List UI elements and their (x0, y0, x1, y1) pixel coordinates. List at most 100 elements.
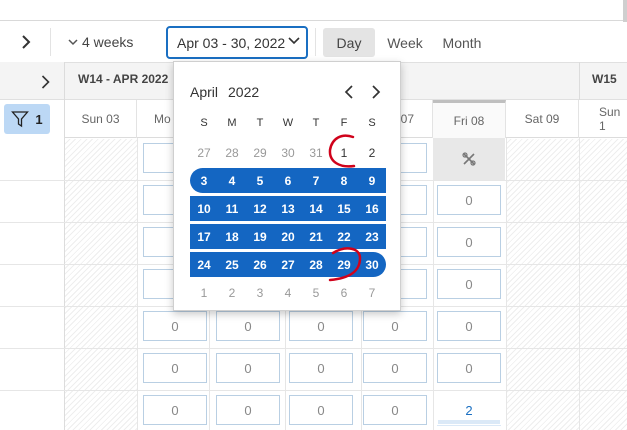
week-label-w15: W15 (592, 72, 617, 86)
toolbar-divider (50, 28, 51, 56)
hours-cell[interactable]: 0 (437, 185, 501, 215)
week-separator (579, 62, 580, 100)
weekend-column-sun10 (579, 139, 627, 430)
calendar-day[interactable]: 26 (246, 253, 274, 277)
filter-count: 1 (35, 111, 43, 127)
calendar-day[interactable]: 22 (330, 225, 358, 249)
calendar-day[interactable]: 15 (330, 197, 358, 221)
hours-cell[interactable]: 0 (143, 353, 207, 383)
date-range-field[interactable]: Apr 03 - 30, 2022 (166, 26, 308, 59)
weekday-header: M (227, 117, 237, 129)
calendar-day[interactable]: 27 (190, 141, 218, 165)
filter-button[interactable]: 1 (4, 104, 50, 134)
hours-cell[interactable]: 0 (437, 227, 501, 257)
tools-icon (462, 152, 476, 166)
calendar-day[interactable]: 8 (330, 169, 358, 193)
calendar-day[interactable]: 28 (302, 253, 330, 277)
calendar-day[interactable]: 19 (246, 225, 274, 249)
calendar-day[interactable]: 21 (302, 225, 330, 249)
tab-week[interactable]: Week (381, 28, 429, 57)
calendar-day[interactable]: 3 (246, 281, 274, 305)
calendar-day[interactable]: 12 (246, 197, 274, 221)
calendar-day[interactable]: 5 (302, 281, 330, 305)
calendar-day[interactable]: 4 (218, 169, 246, 193)
previous-month-button[interactable] (339, 82, 359, 102)
weekday-header: T (256, 117, 264, 129)
hours-cell[interactable]: 0 (437, 353, 501, 383)
hours-cell[interactable]: 0 (437, 269, 501, 299)
hours-cell[interactable]: 0 (363, 395, 427, 425)
calendar-year: 2022 (228, 84, 260, 100)
weekday-header: W (282, 117, 294, 129)
date-range-value: Apr 03 - 30, 2022 (177, 34, 286, 51)
calendar-day[interactable]: 28 (218, 141, 246, 165)
chevron-down-icon (68, 38, 78, 45)
calendar-day[interactable]: 2 (358, 141, 386, 165)
weekend-column-sun03 (65, 139, 137, 430)
calendar-day[interactable]: 1 (190, 281, 218, 305)
hours-cell[interactable]: 0 (143, 311, 207, 341)
hours-cell[interactable]: 0 (289, 311, 353, 341)
expand-panel-button[interactable] (14, 30, 38, 54)
calendar-day[interactable]: 9 (358, 169, 386, 193)
calendar-day[interactable]: 25 (218, 253, 246, 277)
hours-cell[interactable]: 0 (216, 311, 280, 341)
filter-icon (11, 111, 30, 128)
calendar-day[interactable]: 13 (274, 197, 302, 221)
calendar-day[interactable]: 2 (218, 281, 246, 305)
hours-cell[interactable]: 0 (216, 395, 280, 425)
hours-cell[interactable]: 0 (216, 353, 280, 383)
calendar-day[interactable]: 14 (302, 197, 330, 221)
weeks-dropdown[interactable]: 4 weeks (68, 30, 133, 54)
calendar-day[interactable]: 7 (302, 169, 330, 193)
week-label-w14: W14 - APR 2022 (78, 72, 169, 86)
calendar-day[interactable]: 29 (246, 141, 274, 165)
date-picker-popup: April 2022 SMTWTFS 27 28 29 30 31 1 2 3 4 5 6 7 8 9 10… (173, 61, 401, 311)
chevron-right-icon (372, 85, 381, 99)
weekend-column-sat09 (506, 139, 579, 430)
scheduler-screen: 4 weeks Apr 03 - 30, 2022 Day Week Month… (0, 0, 627, 430)
weeks-dropdown-label: 4 weeks (82, 34, 134, 50)
calendar-day[interactable]: 1 (330, 141, 358, 165)
top-divider (0, 20, 623, 21)
day-header-sun10: Sun 1 (599, 105, 621, 133)
next-month-button[interactable] (366, 82, 386, 102)
calendar-day[interactable]: 6 (274, 169, 302, 193)
hours-cell[interactable]: 0 (437, 311, 501, 341)
calendar-day[interactable]: 29 (330, 253, 358, 277)
hours-cell[interactable]: 0 (143, 395, 207, 425)
hours-cell[interactable]: 0 (363, 353, 427, 383)
calendar-day[interactable]: 6 (330, 281, 358, 305)
calendar-day[interactable]: 30 (274, 141, 302, 165)
fri-unassigned-cell[interactable] (433, 138, 505, 180)
calendar-day[interactable]: 27 (274, 253, 302, 277)
tab-month[interactable]: Month (436, 28, 488, 57)
calendar-day[interactable]: 23 (358, 225, 386, 249)
hours-cell[interactable]: 0 (363, 311, 427, 341)
calendar-day[interactable]: 10 (190, 197, 218, 221)
calendar-day[interactable]: 4 (274, 281, 302, 305)
calendar-day[interactable]: 20 (274, 225, 302, 249)
calendar-day[interactable]: 3 (190, 169, 218, 193)
calendar-day[interactable]: 30 (358, 253, 386, 277)
calendar-day[interactable]: 11 (218, 197, 246, 221)
hours-cell[interactable]: 0 (289, 395, 353, 425)
weekday-header: T (312, 117, 320, 129)
day-header-sat09: Sat 09 (506, 100, 579, 138)
calendar-day[interactable]: 24 (190, 253, 218, 277)
tab-day[interactable]: Day (323, 28, 375, 57)
toolbar-divider (315, 28, 316, 56)
calendar-day[interactable]: 31 (302, 141, 330, 165)
calendar-day[interactable]: 16 (358, 197, 386, 221)
calendar-day[interactable]: 5 (246, 169, 274, 193)
window-edge (623, 0, 627, 22)
hours-cell[interactable]: 0 (289, 353, 353, 383)
calendar-heading: April 2022 (190, 84, 259, 100)
hours-cell-highlighted[interactable]: 2 (437, 395, 501, 425)
row-divider (0, 348, 627, 349)
calendar-month: April (190, 84, 219, 100)
calendar-day[interactable]: 17 (190, 225, 218, 249)
calendar-day[interactable]: 18 (218, 225, 246, 249)
collapse-resources-button[interactable] (34, 70, 56, 94)
calendar-day[interactable]: 7 (358, 281, 386, 305)
